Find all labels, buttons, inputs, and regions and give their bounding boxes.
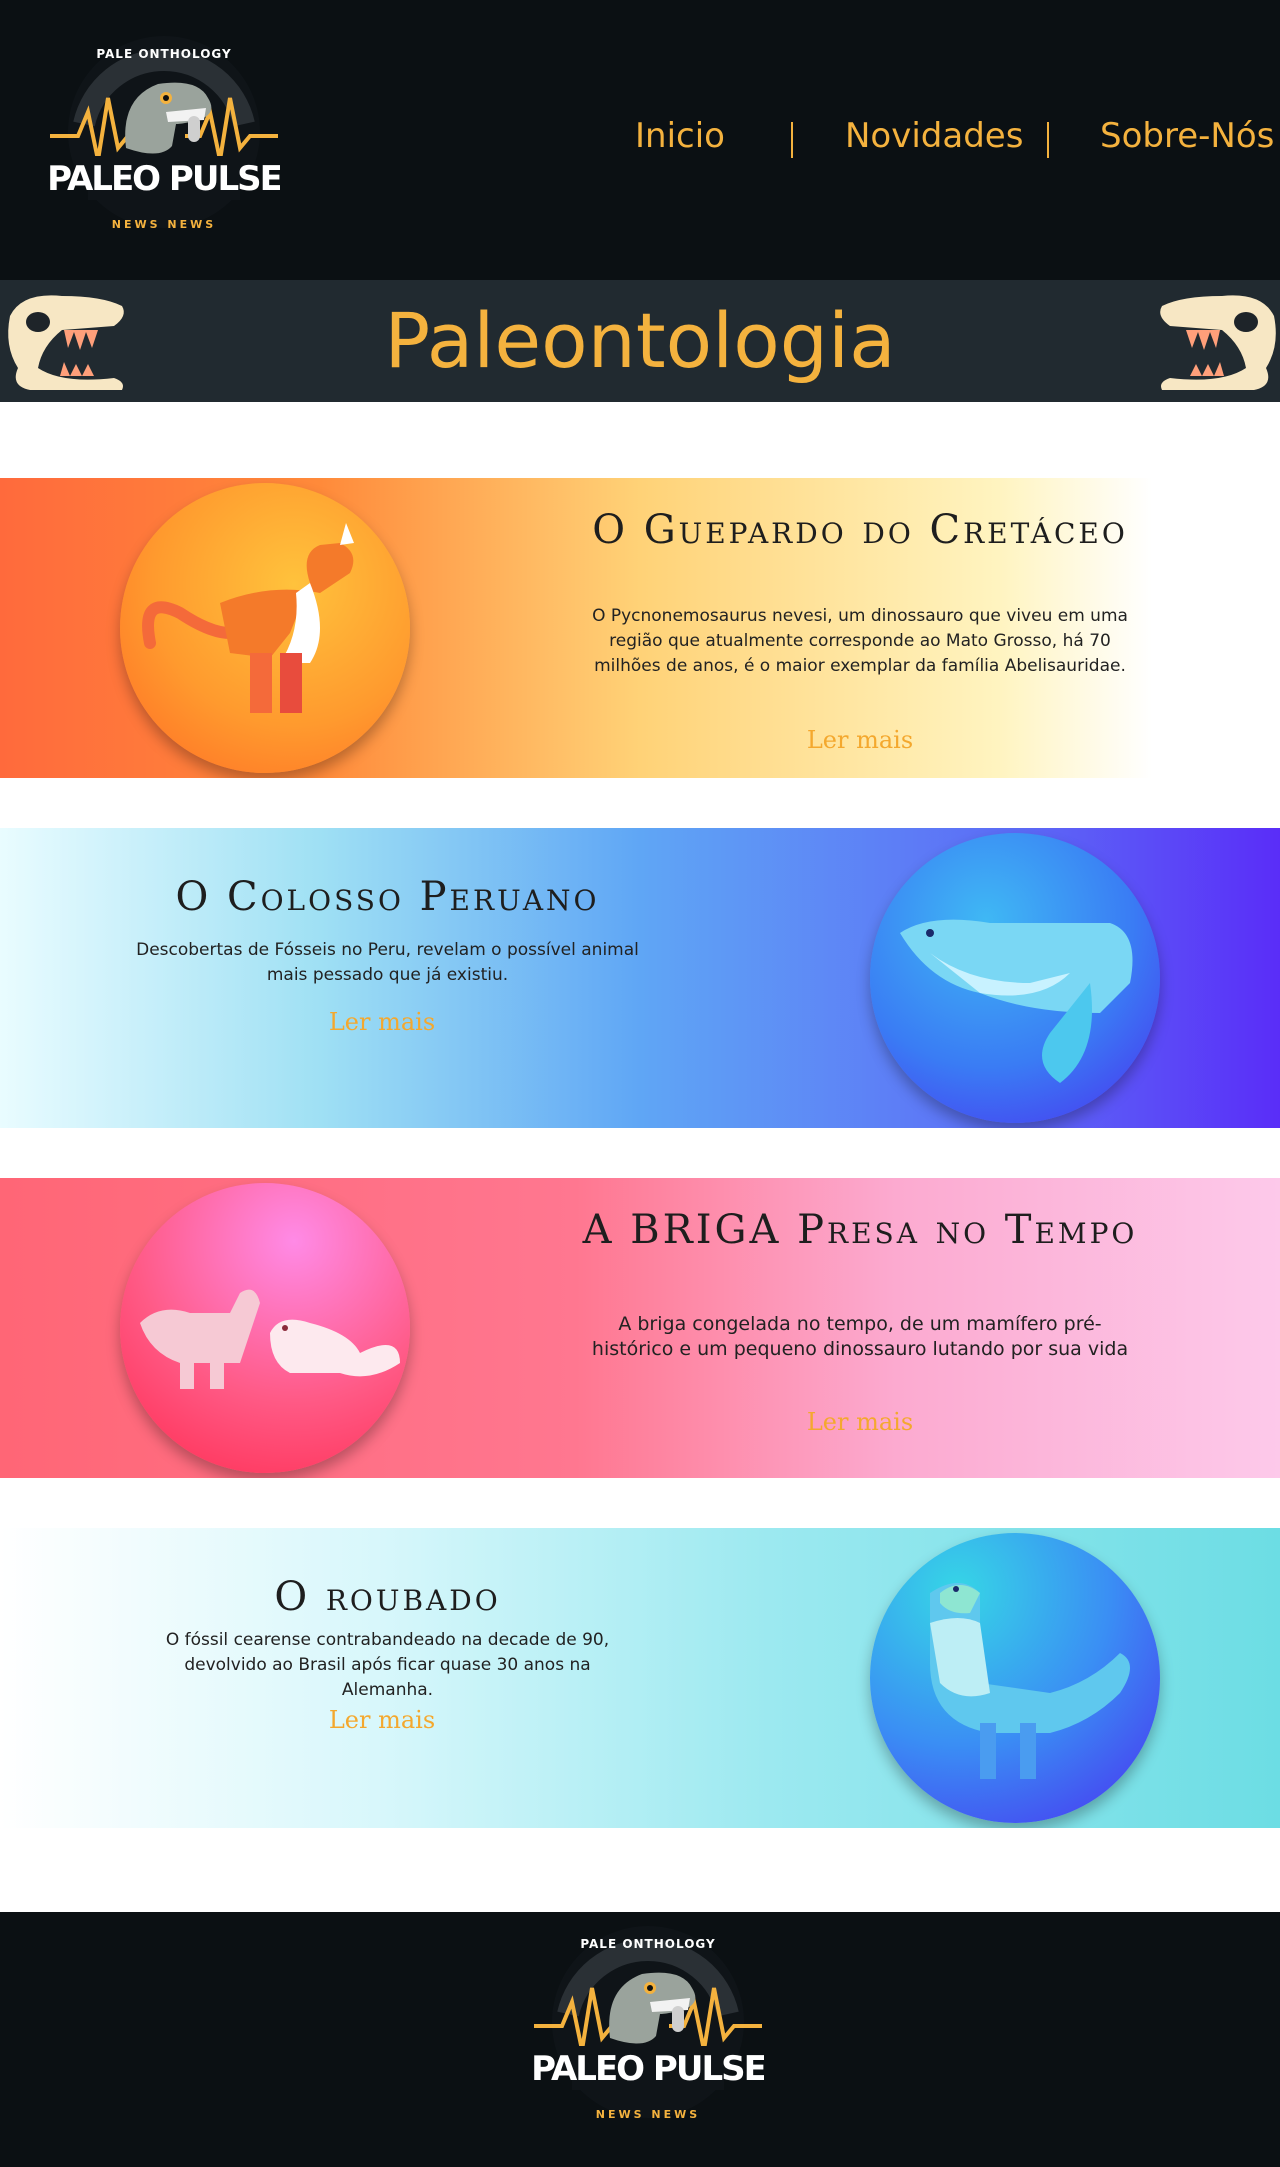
read-more-link[interactable]: Ler mais xyxy=(760,726,960,754)
fighting-animals-icon xyxy=(120,1183,410,1473)
card-description: O Pycnonemosaurus nevesi, um dinossauro … xyxy=(592,606,1128,676)
card-title: A BRIGA Presa no Tempo xyxy=(582,1207,1138,1253)
logo-top-text: PALE ONTHOLOGY xyxy=(96,47,231,61)
nav-inicio[interactable]: Inicio xyxy=(635,116,725,156)
article-card: A BRIGA Presa no Tempo A briga congelada… xyxy=(0,1178,1280,1478)
dinosaur-icon xyxy=(120,483,410,773)
nav-divider xyxy=(791,122,793,158)
feathered-dinosaur-icon xyxy=(870,1533,1160,1823)
page-title: Paleontologia xyxy=(384,296,896,385)
dinosaur-skull-icon xyxy=(1160,295,1276,390)
card-description: Descobertas de Fósseis no Peru, revelam … xyxy=(136,940,639,985)
card-description: A briga congelada no tempo, de um mamífe… xyxy=(591,1313,1129,1360)
paleo-pulse-logo[interactable]: PALE ONTHOLOGY PALEO PULSE NEWS NEWS xyxy=(48,28,280,246)
read-more-link[interactable]: Ler mais xyxy=(282,1008,482,1036)
nav-divider xyxy=(1047,122,1049,158)
nav-novidades[interactable]: Novidades xyxy=(845,116,1023,156)
article-card: O Colosso Peruano Descobertas de Fósseis… xyxy=(0,828,1280,1128)
card-title: O Guepardo do Cretáceo xyxy=(592,507,1128,553)
read-more-link[interactable]: Ler mais xyxy=(760,1408,960,1436)
read-more-link[interactable]: Ler mais xyxy=(282,1706,482,1734)
whale-icon xyxy=(870,833,1160,1123)
card-title: O roubado xyxy=(274,1574,501,1620)
card-title: O Colosso Peruano xyxy=(175,874,600,920)
logo-bottom-text: NEWS NEWS xyxy=(112,218,216,231)
nav-sobre-nos[interactable]: Sobre-Nós xyxy=(1100,116,1274,156)
logo-bottom-text: NEWS NEWS xyxy=(596,2108,700,2121)
card-description: O fóssil cearense contrabandeado na deca… xyxy=(165,1630,610,1700)
logo-top-text: PALE ONTHOLOGY xyxy=(580,1937,715,1951)
logo-main-text: PALEO PULSE xyxy=(532,2049,764,2089)
logo-main-text: PALEO PULSE xyxy=(48,159,280,199)
article-card: O Guepardo do Cretáceo O Pycnonemosaurus… xyxy=(0,478,1280,778)
paleo-pulse-logo[interactable]: PALE ONTHOLOGY PALEO PULSE NEWS NEWS xyxy=(532,1918,764,2136)
article-card: O roubado O fóssil cearense contrabandea… xyxy=(0,1528,1280,1828)
